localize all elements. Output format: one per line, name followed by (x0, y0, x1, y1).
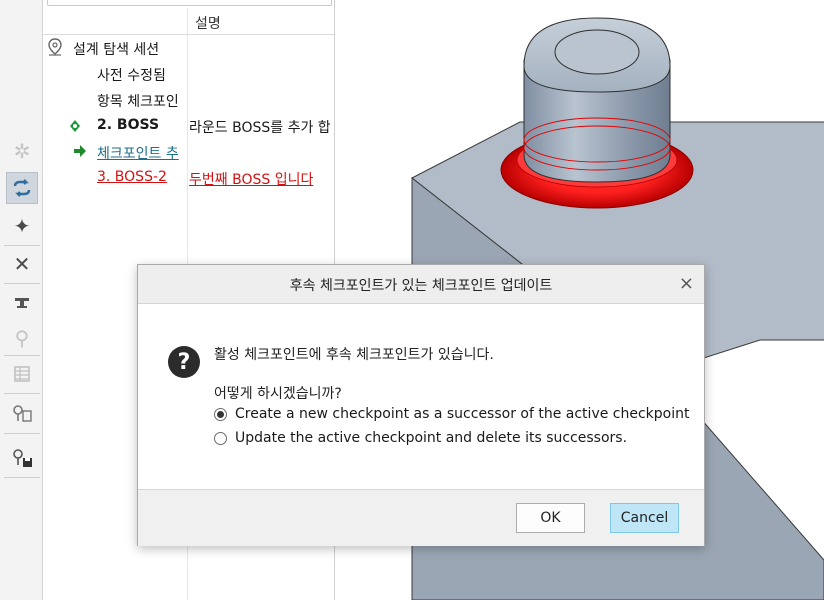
tree-row-desc: 라운드 BOSS를 추가 합 (189, 120, 331, 136)
option-create-successor[interactable]: Create a new checkpoint as a successor o… (214, 404, 689, 424)
radio-create-successor[interactable] (214, 407, 227, 421)
tree-row-desc: 두번째 BOSS 입니다 (189, 172, 314, 188)
ok-button[interactable]: OK (516, 503, 585, 533)
question-icon: ? (168, 346, 200, 378)
tree-row-label: 항목 체크포인 (97, 94, 179, 110)
toolbar-separator (4, 477, 40, 478)
toolbar-separator (4, 355, 40, 356)
arrow-right-icon (73, 143, 87, 162)
tree-row-label: 2. BOSS (97, 117, 160, 133)
sync-arrows-icon[interactable] (6, 172, 38, 204)
left-toolbar: ✲ ✦ ✕ ⚲ (0, 0, 43, 600)
tree-row-pre-modified[interactable]: 사전 수정됨 (43, 61, 334, 87)
toolbar-separator (4, 433, 40, 434)
option-update-label: Update the active checkpoint and delete … (235, 430, 628, 446)
tree-header: 설명 (43, 8, 334, 35)
tree-row-label: 설계 탐색 세션 (73, 42, 160, 58)
cancel-button[interactable]: Cancel (610, 503, 679, 533)
table-icon[interactable] (6, 358, 38, 390)
tree-row-label: 체크포인트 추 (97, 146, 179, 162)
snowflake-icon[interactable]: ✲ (6, 135, 38, 167)
tree-search-box[interactable] (47, 0, 332, 6)
tree-row-add-checkpoint[interactable]: 체크포인트 추 (43, 139, 334, 165)
close-icon[interactable]: ✕ (6, 248, 38, 280)
checkpoint-wrench-icon[interactable]: ⚲ (6, 322, 38, 354)
tree-row-label: 3. BOSS-2 (97, 169, 167, 185)
toolbar-separator (4, 245, 40, 246)
radio-update-active[interactable] (214, 431, 227, 445)
dialog-question: 어떻게 하시겠습니까? (214, 386, 342, 402)
dialog-footer: OK Cancel (138, 489, 704, 546)
toolbar-separator (4, 283, 40, 284)
tree-row-label: 사전 수정됨 (97, 68, 166, 84)
checkpoint-stack-icon[interactable] (6, 398, 38, 430)
checkpoint-save-icon[interactable] (6, 442, 38, 474)
tree-row-item-checkpoint[interactable]: 항목 체크포인 (43, 87, 334, 113)
target-icon[interactable]: ✦ (6, 210, 38, 242)
tree-row-session[interactable]: 설계 탐색 세션 (43, 35, 334, 61)
dialog-title-bar[interactable]: 후속 체크포인트가 있는 체크포인트 업데이트 × (138, 265, 704, 304)
close-icon[interactable]: × (679, 273, 694, 294)
dialog-message: 활성 체크포인트에 후속 체크포인트가 있습니다. (214, 347, 494, 363)
option-update-active[interactable]: Update the active checkpoint and delete … (214, 428, 627, 448)
tree-row-boss-2[interactable]: 3. BOSS-2 두번째 BOSS 입니다 (43, 165, 334, 191)
tree-row-boss[interactable]: 2. BOSS 라운드 BOSS를 추가 합 (43, 113, 334, 139)
column-header-description: 설명 (195, 16, 221, 32)
option-create-label: Create a new checkpoint as a successor o… (235, 406, 690, 422)
active-checkpoint-icon (69, 118, 81, 137)
dialog-title: 후속 체크포인트가 있는 체크포인트 업데이트 (289, 278, 553, 294)
anvil-icon[interactable] (6, 286, 38, 318)
location-pin-icon (47, 38, 63, 60)
update-checkpoint-dialog: 후속 체크포인트가 있는 체크포인트 업데이트 × ? 활성 체크포인트에 후속… (137, 264, 705, 546)
toolbar-separator (4, 393, 40, 394)
